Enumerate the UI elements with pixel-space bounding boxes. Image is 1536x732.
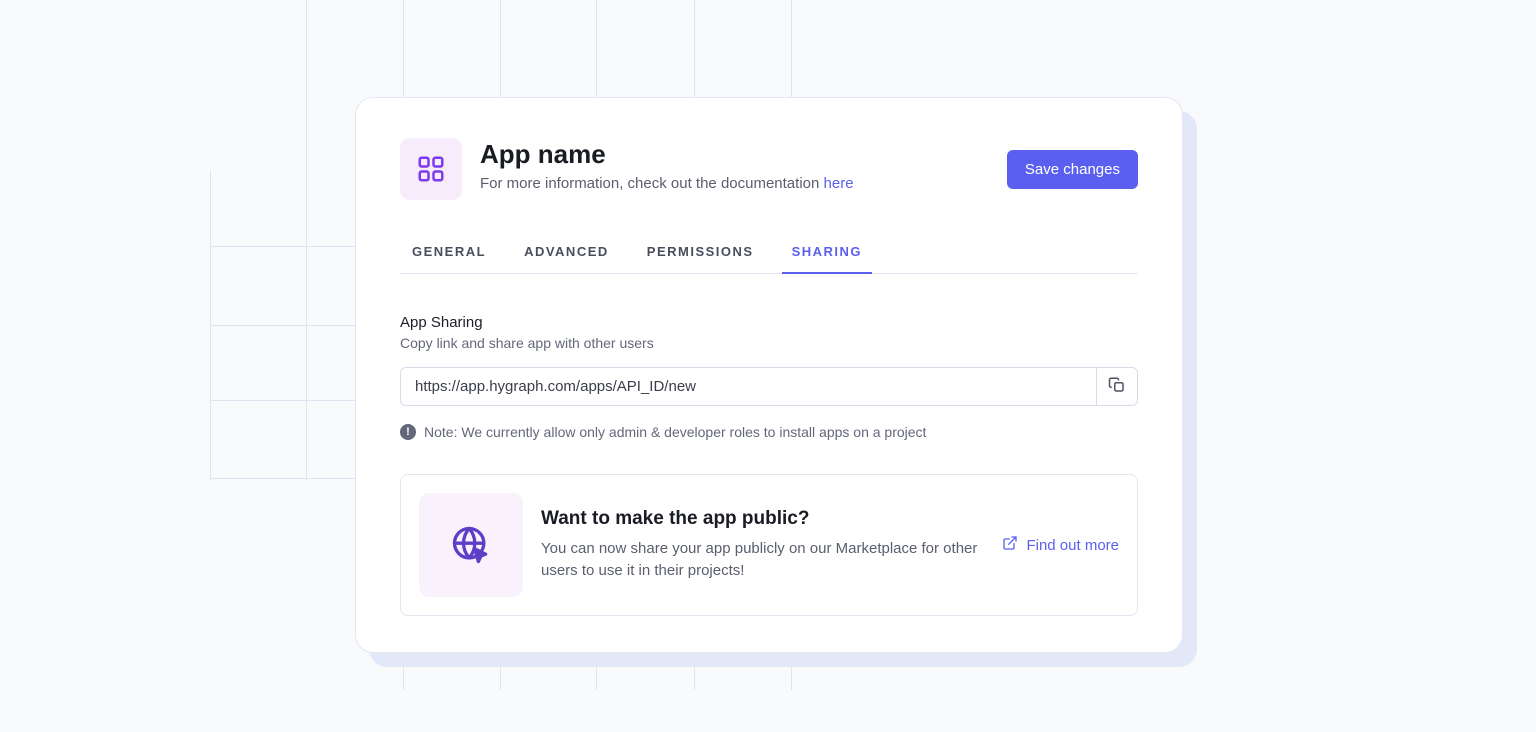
docs-link[interactable]: here [824, 175, 854, 192]
section-subtitle: Copy link and share app with other users [400, 335, 1138, 351]
section-title: App Sharing [400, 314, 1138, 331]
app-grid-icon [400, 138, 462, 200]
app-subtitle: For more information, check out the docu… [480, 175, 854, 192]
promo-card: Want to make the app public? You can now… [400, 474, 1138, 616]
copy-icon [1108, 376, 1126, 397]
share-url-input[interactable] [400, 367, 1096, 406]
promo-text: You can now share your app publicly on o… [541, 538, 981, 583]
promo-cta-label: Find out more [1026, 537, 1119, 554]
tab-permissions[interactable]: Permissions [647, 244, 754, 273]
note-text: Note: We currently allow only admin & de… [424, 424, 926, 440]
globe-cursor-icon [419, 493, 523, 597]
app-title: App name [480, 138, 854, 171]
settings-card: App name For more information, check out… [355, 97, 1183, 653]
tab-advanced[interactable]: Advanced [524, 244, 609, 273]
card-header: App name For more information, check out… [400, 138, 1138, 200]
tab-general[interactable]: General [412, 244, 486, 273]
note-row: ! Note: We currently allow only admin & … [400, 424, 1138, 440]
tab-sharing[interactable]: Sharing [792, 244, 862, 273]
promo-title: Want to make the app public? [541, 508, 984, 530]
copy-button[interactable] [1096, 367, 1138, 406]
find-out-more-link[interactable]: Find out more [1002, 535, 1119, 555]
info-icon: ! [400, 424, 416, 440]
save-button[interactable]: Save changes [1007, 150, 1138, 189]
external-link-icon [1002, 535, 1018, 555]
tabs-bar: General Advanced Permissions Sharing [400, 244, 1138, 274]
share-url-row [400, 367, 1138, 406]
